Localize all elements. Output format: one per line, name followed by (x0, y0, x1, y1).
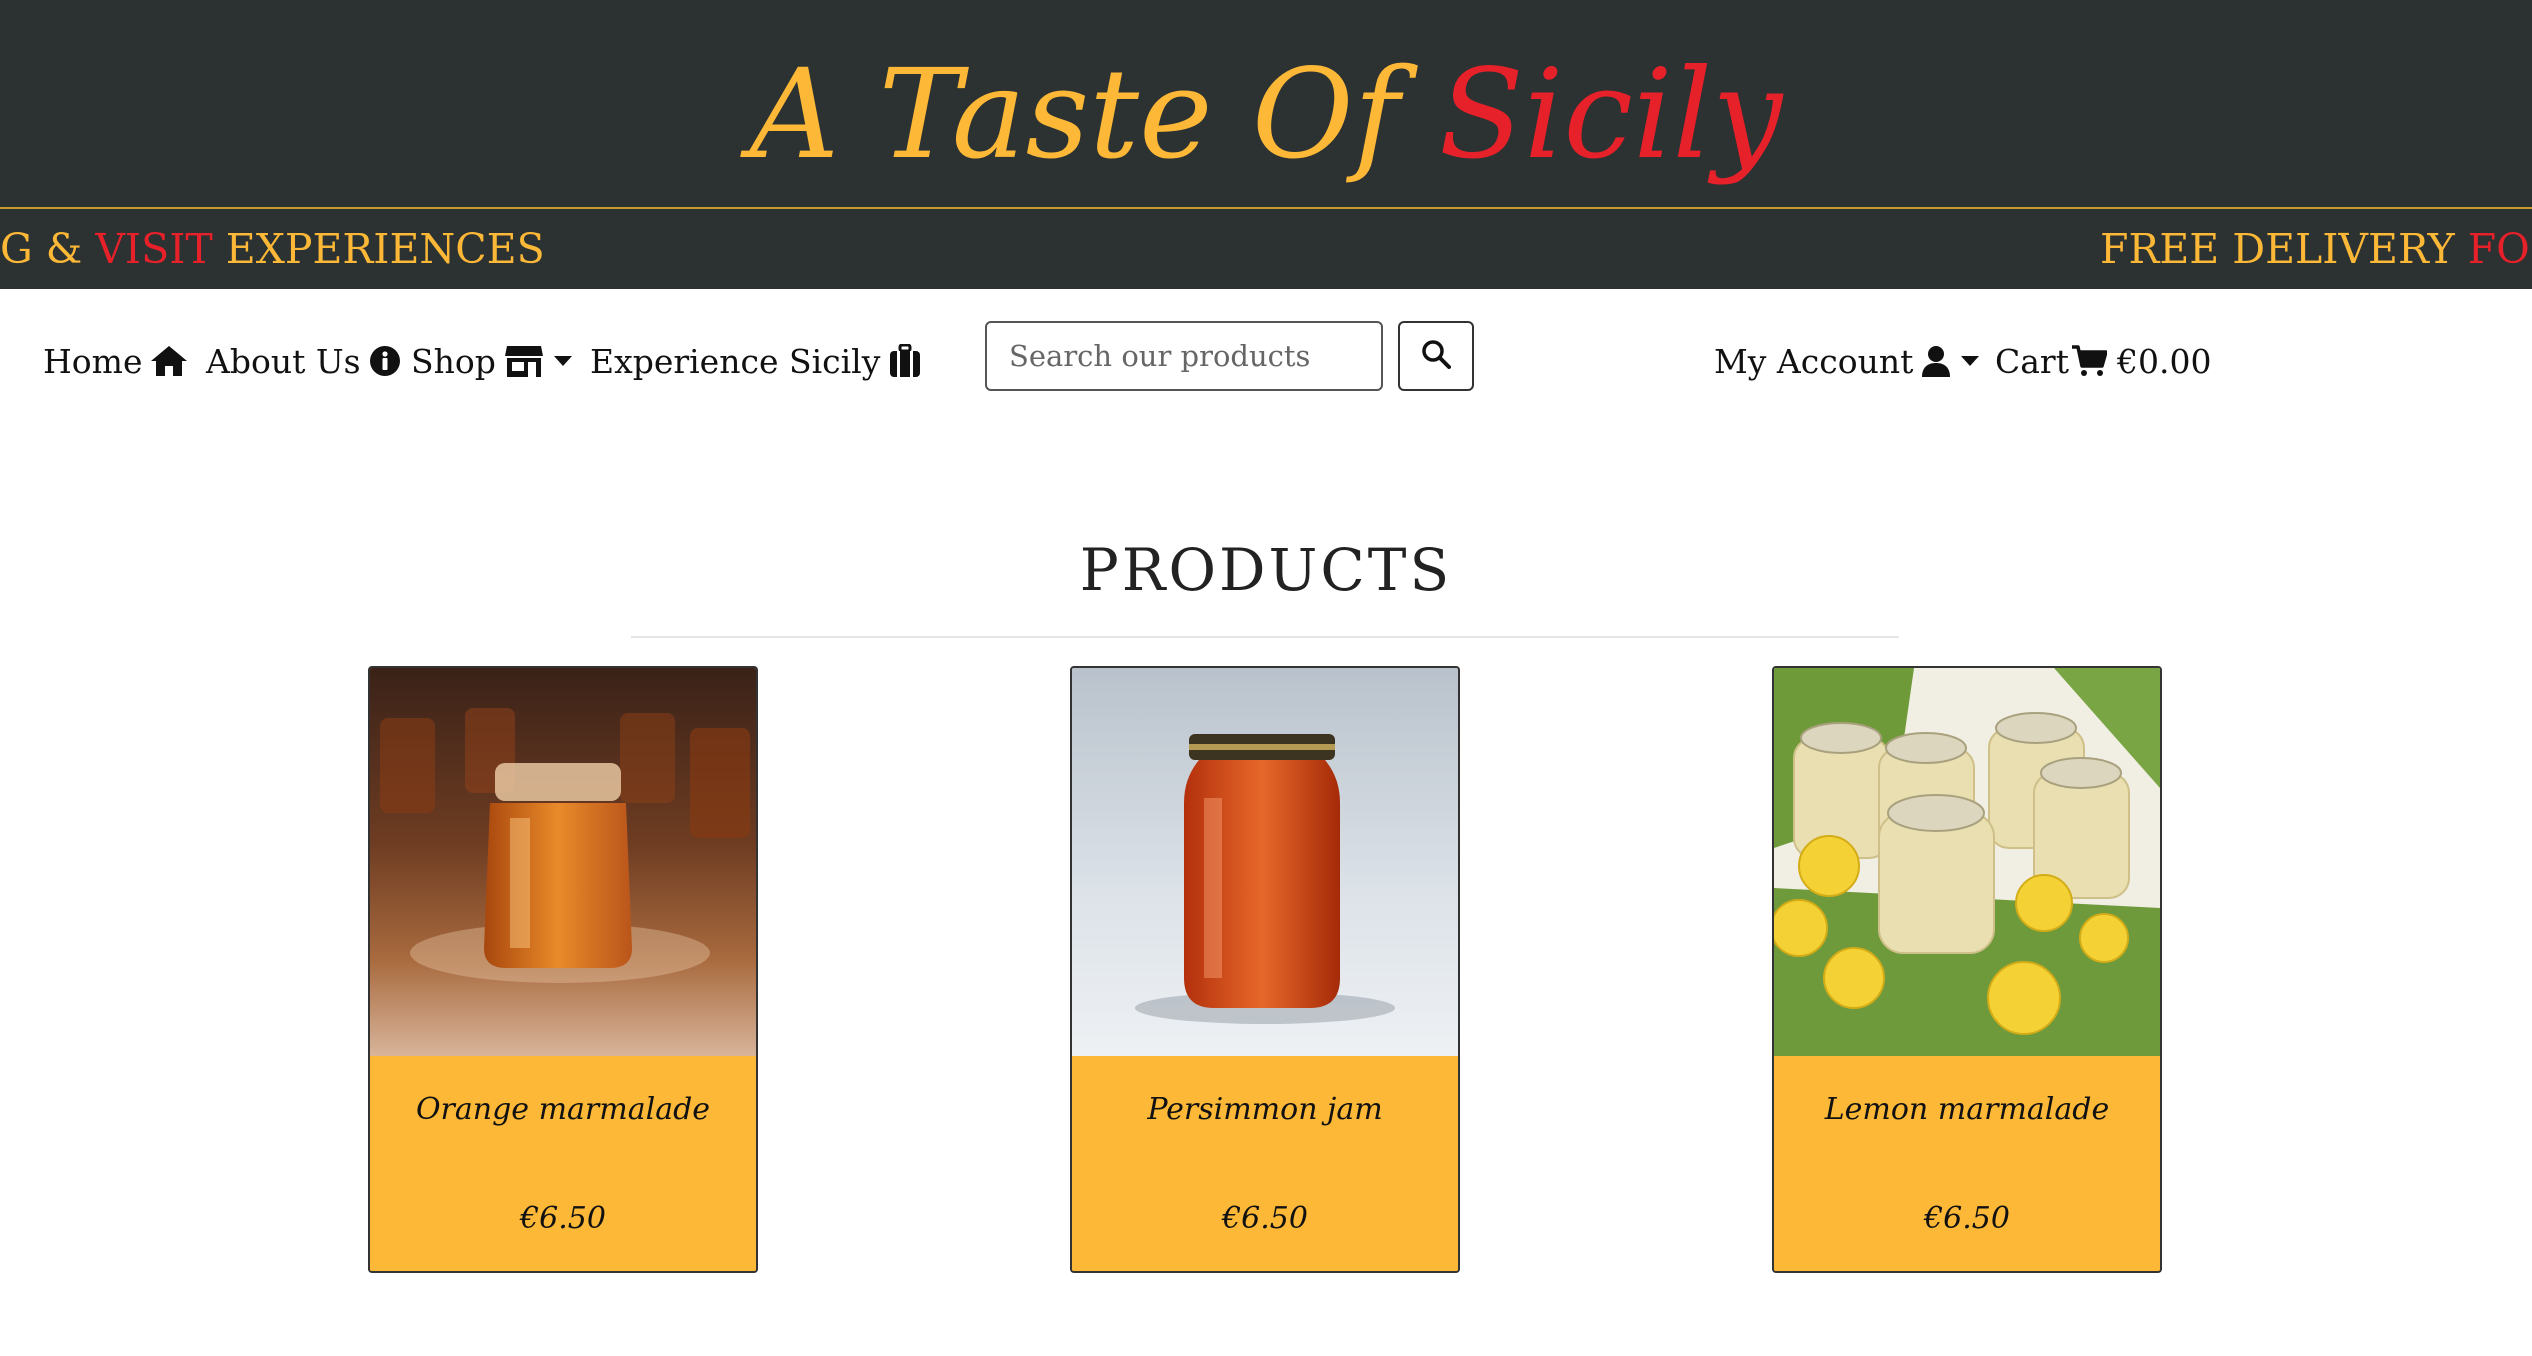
nav-experience-link[interactable]: Experience Sicily (590, 331, 922, 391)
nav-about-label: About Us (206, 341, 361, 381)
product-image[interactable] (1774, 668, 2160, 1056)
logo-text-primary: A Taste Of (749, 43, 1439, 187)
suitcase-icon (888, 344, 922, 378)
product-card-body: Lemon marmalade €6.50 (1774, 1056, 2160, 1271)
product-card[interactable]: Lemon marmalade €6.50 (1772, 666, 2162, 1273)
title-divider (631, 636, 1899, 638)
product-name[interactable]: Lemon marmalade (1774, 1092, 2160, 1127)
nav-account-label: My Account (1714, 341, 1914, 381)
ticker-message-right: FREE DELIVERY FOR (2100, 209, 2532, 289)
nav-account-dropdown[interactable]: My Account (1714, 331, 1980, 391)
chevron-down-icon (1961, 356, 1980, 366)
product-card[interactable]: Orange marmalade €6.50 (368, 666, 758, 1273)
orange-marmalade-jar-icon (370, 668, 756, 1056)
nav-home-link[interactable]: Home (43, 331, 188, 391)
search-button[interactable] (1398, 321, 1474, 391)
ticker-fragment: EXPERIENCES (212, 225, 545, 273)
nav-experience-label: Experience Sicily (590, 341, 881, 381)
product-card-body: Orange marmalade €6.50 (370, 1056, 756, 1271)
nav-home-label: Home (43, 341, 143, 381)
site-header: A Taste Of Sicily G & VISIT EXPERIENCES … (0, 0, 2532, 289)
nav-cart-link[interactable]: Cart €0.00 (1995, 331, 2211, 391)
ticker-fragment: FREE DELIVERY (2100, 225, 2468, 273)
chevron-down-icon (553, 356, 572, 366)
product-name[interactable]: Persimmon jam (1072, 1092, 1458, 1127)
shopping-cart-icon (2071, 345, 2107, 377)
info-circle-icon (369, 345, 401, 377)
search-input[interactable] (985, 321, 1383, 391)
nav-about-link[interactable]: About Us (206, 331, 401, 391)
product-price: €6.50 (1222, 1201, 1308, 1236)
persimmon-jam-jar-icon (1072, 668, 1458, 1056)
logo-text-accent: Sicily (1438, 43, 1783, 187)
lemon-marmalade-jars-icon (1774, 668, 2160, 1056)
promo-ticker: G & VISIT EXPERIENCES FREE DELIVERY FOR (0, 209, 2532, 289)
nav-shop-label: Shop (411, 341, 496, 381)
product-card[interactable]: Persimmon jam €6.50 (1070, 666, 1460, 1273)
ticker-fragment: VISIT (95, 225, 213, 273)
user-icon (1921, 345, 1951, 377)
product-card-body: Persimmon jam €6.50 (1072, 1056, 1458, 1271)
product-name[interactable]: Orange marmalade (370, 1092, 756, 1127)
cart-total: €0.00 (2116, 341, 2212, 381)
ticker-fragment: G (0, 225, 33, 273)
product-image[interactable] (1072, 668, 1458, 1056)
product-price: €6.50 (520, 1201, 606, 1236)
product-price: €6.50 (1924, 1201, 2010, 1236)
nav-cart-label: Cart (1995, 341, 2069, 381)
search-icon (1421, 339, 1451, 373)
nav-shop-dropdown[interactable]: Shop (411, 331, 572, 391)
store-icon (504, 344, 544, 378)
product-image[interactable] (370, 668, 756, 1056)
page-title: PRODUCTS (1079, 536, 1453, 604)
home-icon (150, 345, 188, 377)
site-logo[interactable]: A Taste Of Sicily (0, 30, 2532, 200)
ticker-message-left: G & VISIT EXPERIENCES (0, 209, 545, 289)
ticker-fragment: FOR (2467, 225, 2532, 273)
ticker-fragment: & (32, 225, 96, 273)
